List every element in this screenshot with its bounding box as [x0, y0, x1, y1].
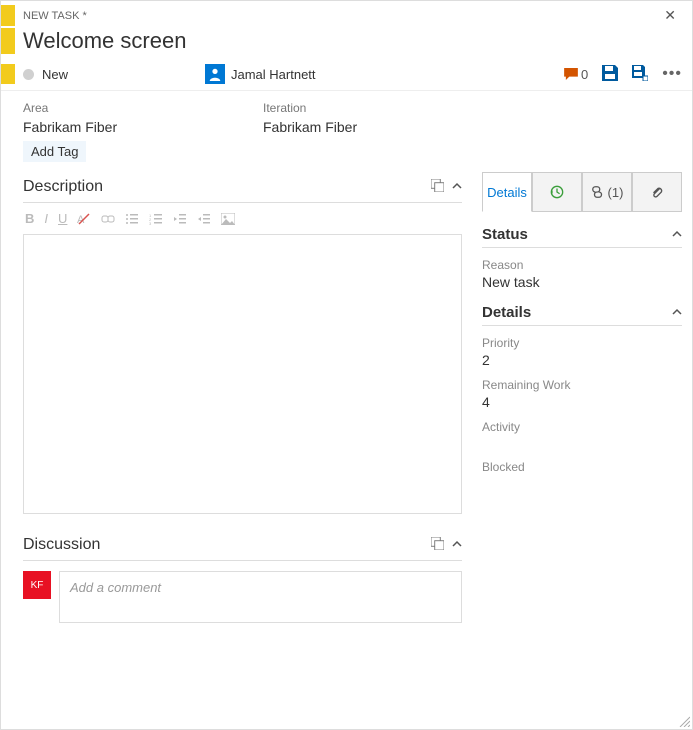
description-fullscreen-button[interactable]	[431, 179, 444, 195]
area-field[interactable]: Area Fabrikam Fiber	[23, 101, 223, 135]
priority-value: 2	[482, 352, 682, 368]
priority-field[interactable]: Priority 2	[482, 336, 682, 368]
area-value: Fabrikam Fiber	[23, 119, 223, 135]
remaining-work-value: 4	[482, 394, 682, 410]
iteration-field[interactable]: Iteration Fabrikam Fiber	[263, 101, 463, 135]
attachment-icon	[650, 185, 664, 199]
comment-input[interactable]: Add a comment	[59, 571, 462, 623]
current-user-avatar: KF	[23, 571, 51, 599]
assignee-name: Jamal Hartnett	[231, 67, 316, 82]
remaining-work-field[interactable]: Remaining Work 4	[482, 378, 682, 410]
details-heading: Details	[482, 304, 531, 321]
close-button[interactable]: ✕	[658, 5, 682, 26]
reason-label: Reason	[482, 258, 682, 272]
italic-button[interactable]: I	[44, 211, 48, 226]
save-copy-icon	[632, 65, 648, 81]
bold-button[interactable]: B	[25, 211, 34, 226]
save-copy-button[interactable]	[632, 65, 648, 84]
description-collapse-button[interactable]	[452, 180, 462, 194]
resize-handle[interactable]	[678, 715, 690, 727]
chevron-up-icon	[672, 229, 682, 239]
state-field[interactable]: New	[15, 67, 205, 82]
comment-count[interactable]: 0	[564, 67, 588, 82]
blocked-field[interactable]: Blocked	[482, 460, 682, 474]
work-item-type-label: NEW TASK *	[15, 8, 658, 24]
outdent-button[interactable]	[173, 213, 187, 225]
underline-button[interactable]: U	[58, 211, 67, 226]
link-icon	[591, 185, 605, 199]
discussion-fullscreen-button[interactable]	[431, 537, 444, 553]
clear-format-button[interactable]: A	[77, 212, 91, 226]
indent-button[interactable]	[197, 213, 211, 225]
state-dot-icon	[23, 69, 34, 80]
blocked-label: Blocked	[482, 460, 682, 474]
reason-field[interactable]: Reason New task	[482, 258, 682, 290]
chevron-up-icon	[452, 539, 462, 549]
tab-details[interactable]: Details	[482, 172, 532, 212]
status-heading: Status	[482, 226, 528, 243]
area-label: Area	[23, 101, 223, 115]
chevron-up-icon	[672, 307, 682, 317]
save-icon	[602, 65, 618, 81]
tab-attachments[interactable]	[632, 172, 682, 211]
fullscreen-icon	[431, 537, 444, 550]
history-icon	[550, 185, 564, 199]
add-tag-button[interactable]: Add Tag	[23, 141, 86, 162]
discussion-heading: Discussion	[23, 536, 100, 554]
iteration-value: Fabrikam Fiber	[263, 119, 463, 135]
state-value: New	[42, 67, 68, 82]
status-collapse-button[interactable]	[672, 227, 682, 242]
remaining-work-label: Remaining Work	[482, 378, 682, 392]
description-heading: Description	[23, 178, 103, 196]
tab-links[interactable]: (1)	[582, 172, 632, 211]
work-item-title[interactable]: Welcome screen	[15, 28, 186, 54]
link-button[interactable]	[101, 213, 115, 225]
iteration-label: Iteration	[263, 101, 463, 115]
number-list-button[interactable]: 123	[149, 213, 163, 225]
comment-icon	[564, 68, 578, 80]
assignee-field[interactable]: Jamal Hartnett	[205, 64, 564, 84]
svg-text:3: 3	[149, 221, 152, 225]
rich-text-toolbar: B I U A 123	[23, 203, 462, 234]
avatar	[205, 64, 225, 84]
description-editor[interactable]	[23, 234, 462, 514]
priority-label: Priority	[482, 336, 682, 350]
bullet-list-button[interactable]	[125, 213, 139, 225]
tab-history[interactable]	[532, 172, 582, 211]
fullscreen-icon	[431, 179, 444, 192]
save-button[interactable]	[602, 65, 618, 84]
chevron-up-icon	[452, 181, 462, 191]
more-actions-button[interactable]: •••	[662, 65, 682, 83]
details-collapse-button[interactable]	[672, 305, 682, 320]
reason-value: New task	[482, 274, 682, 290]
activity-field[interactable]: Activity	[482, 420, 682, 434]
activity-label: Activity	[482, 420, 682, 434]
image-button[interactable]	[221, 213, 235, 225]
discussion-collapse-button[interactable]	[452, 538, 462, 552]
